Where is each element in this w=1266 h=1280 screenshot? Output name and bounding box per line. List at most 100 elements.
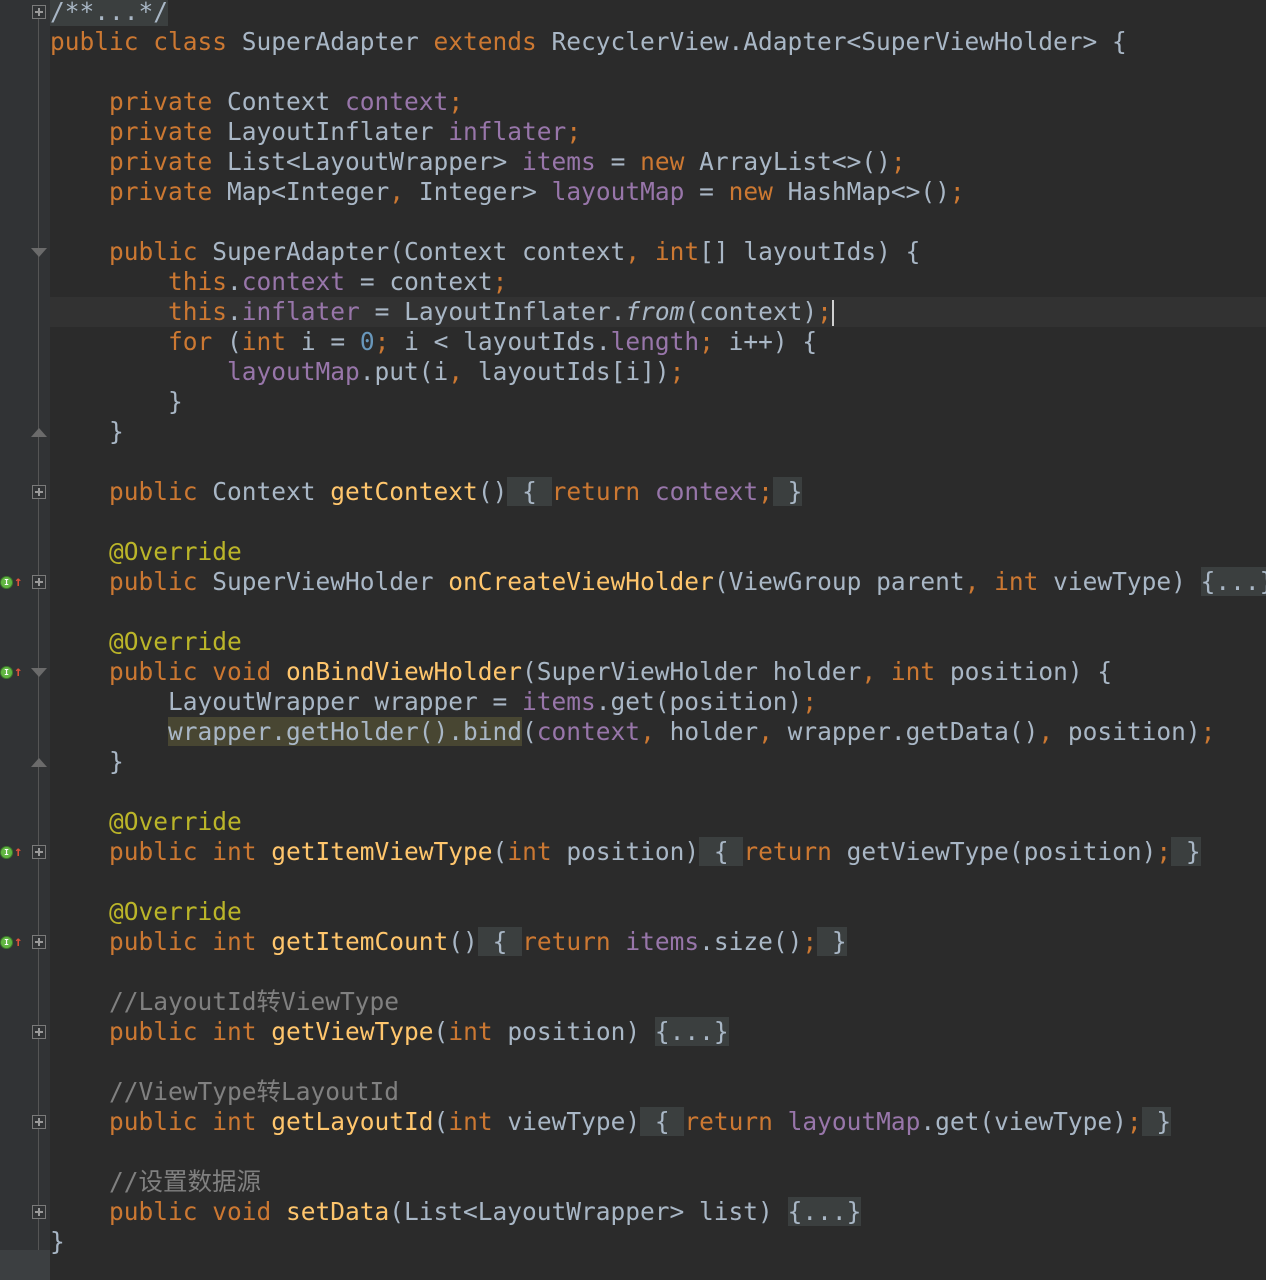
code-token: int xyxy=(448,1017,508,1046)
code-token: /**...*/ xyxy=(50,0,169,26)
code-line[interactable]: public int getItemCount() { return items… xyxy=(50,927,1266,957)
code-line[interactable]: /**...*/ xyxy=(50,0,1266,27)
code-token: , xyxy=(640,717,670,746)
code-line[interactable]: private Map<Integer, Integer> layoutMap … xyxy=(50,177,1266,207)
code-line[interactable]: } xyxy=(50,387,1266,417)
code-token: } xyxy=(50,387,183,416)
code-token: } xyxy=(50,1227,65,1256)
code-line[interactable]: @Override xyxy=(50,627,1266,657)
code-line[interactable] xyxy=(50,957,1266,987)
code-token: } xyxy=(50,747,124,776)
code-line[interactable]: public int getViewType(int position) {..… xyxy=(50,1017,1266,1047)
code-line[interactable] xyxy=(50,447,1266,477)
code-line[interactable]: layoutMap.put(i, layoutIds[i]); xyxy=(50,357,1266,387)
code-token: Context xyxy=(212,477,331,506)
code-token: ; xyxy=(448,87,464,116)
code-token: int xyxy=(994,567,1054,596)
code-line[interactable]: private Context context; xyxy=(50,87,1266,117)
code-line[interactable]: public void setData(List<LayoutWrapper> … xyxy=(50,1197,1266,1227)
code-line[interactable] xyxy=(50,1137,1266,1167)
code-line[interactable] xyxy=(50,507,1266,537)
code-line[interactable] xyxy=(50,597,1266,627)
fold-marker xyxy=(32,1205,46,1219)
override-method-icon[interactable]: I ↑ xyxy=(0,927,24,957)
override-method-icon[interactable]: I ↑ xyxy=(0,657,24,687)
code-line[interactable] xyxy=(50,57,1266,87)
code-line[interactable]: private List<LayoutWrapper> items = new … xyxy=(50,147,1266,177)
code-line[interactable] xyxy=(50,1047,1266,1077)
code-line[interactable]: } xyxy=(50,747,1266,777)
fold-expand-icon[interactable] xyxy=(28,927,50,957)
fold-expand-icon[interactable] xyxy=(28,837,50,867)
code-token: @Override xyxy=(109,537,242,566)
code-line[interactable]: public void onBindViewHolder(SuperViewHo… xyxy=(50,657,1266,687)
fold-end-icon[interactable] xyxy=(28,747,50,777)
fold-expand-icon[interactable] xyxy=(28,1197,50,1227)
code-token: SuperAdapter xyxy=(241,27,434,56)
code-line[interactable] xyxy=(50,867,1266,897)
code-line[interactable]: this.context = context; xyxy=(50,267,1266,297)
code-line[interactable]: //设置数据源 xyxy=(50,1167,1266,1197)
fold-end-icon[interactable] xyxy=(28,417,50,447)
fold-marker xyxy=(31,247,47,257)
code-token: context xyxy=(654,477,759,506)
editor-gutter[interactable] xyxy=(0,0,50,1280)
code-line[interactable]: public SuperViewHolder onCreateViewHolde… xyxy=(50,567,1266,597)
code-token: { xyxy=(640,1107,685,1136)
code-token: public void xyxy=(109,1197,287,1226)
code-line[interactable]: this.inflater = LayoutInflater.from(cont… xyxy=(50,297,1266,327)
fold-marker xyxy=(32,5,46,19)
interface-badge-icon: I xyxy=(0,665,13,679)
fold-collapse-icon[interactable] xyxy=(28,657,50,687)
code-token: @Override xyxy=(109,627,242,656)
code-line[interactable]: private LayoutInflater inflater; xyxy=(50,117,1266,147)
code-line[interactable]: wrapper.getHolder().bind(context, holder… xyxy=(50,717,1266,747)
fold-marker xyxy=(32,1025,46,1039)
code-token: [] layoutIds) { xyxy=(699,237,921,266)
fold-collapse-icon[interactable] xyxy=(28,237,50,267)
code-line[interactable]: LayoutWrapper wrapper = items.get(positi… xyxy=(50,687,1266,717)
code-token: (SuperViewHolder holder xyxy=(522,657,862,686)
code-line[interactable]: public int getLayoutId(int viewType) { r… xyxy=(50,1107,1266,1137)
override-method-icon[interactable]: I ↑ xyxy=(0,837,24,867)
code-token: SuperViewHolder xyxy=(212,567,449,596)
code-line[interactable]: //LayoutId转ViewType xyxy=(50,987,1266,1017)
fold-expand-icon[interactable] xyxy=(28,1107,50,1137)
code-line[interactable]: } xyxy=(50,1227,1266,1257)
text-caret xyxy=(831,300,834,326)
code-token: int xyxy=(890,657,950,686)
fold-expand-icon[interactable] xyxy=(28,567,50,597)
code-token: new xyxy=(640,147,700,176)
code-token: = xyxy=(684,177,729,206)
code-line[interactable] xyxy=(50,207,1266,237)
code-token: from xyxy=(625,297,685,326)
code-line[interactable]: public SuperAdapter(Context context, int… xyxy=(50,237,1266,267)
code-token: items xyxy=(625,927,700,956)
fold-expand-icon[interactable] xyxy=(28,0,50,27)
code-line[interactable]: @Override xyxy=(50,897,1266,927)
code-editor[interactable]: /**...*/public class SuperAdapter extend… xyxy=(0,0,1266,1280)
fold-marker xyxy=(32,575,46,589)
code-token: layoutMap xyxy=(227,357,360,386)
code-token: ( xyxy=(522,717,537,746)
code-line[interactable] xyxy=(50,777,1266,807)
code-line[interactable]: } xyxy=(50,417,1266,447)
code-line[interactable]: public Context getContext() { return con… xyxy=(50,477,1266,507)
code-line[interactable]: public int getItemViewType(int position)… xyxy=(50,837,1266,867)
fold-expand-icon[interactable] xyxy=(28,477,50,507)
override-method-icon[interactable]: I ↑ xyxy=(0,567,24,597)
code-token: int xyxy=(448,1107,508,1136)
code-line[interactable]: public class SuperAdapter extends Recycl… xyxy=(50,27,1266,57)
code-token: (ViewGroup parent xyxy=(713,567,965,596)
code-line[interactable]: @Override xyxy=(50,807,1266,837)
gutter-bottom-area xyxy=(0,1250,50,1280)
fold-expand-icon[interactable] xyxy=(28,1017,50,1047)
code-line[interactable]: for (int i = 0; i < layoutIds.length; i+… xyxy=(50,327,1266,357)
code-line[interactable]: @Override xyxy=(50,537,1266,567)
code-line[interactable]: //ViewType转LayoutId xyxy=(50,1077,1266,1107)
code-token: public int xyxy=(109,1107,272,1136)
